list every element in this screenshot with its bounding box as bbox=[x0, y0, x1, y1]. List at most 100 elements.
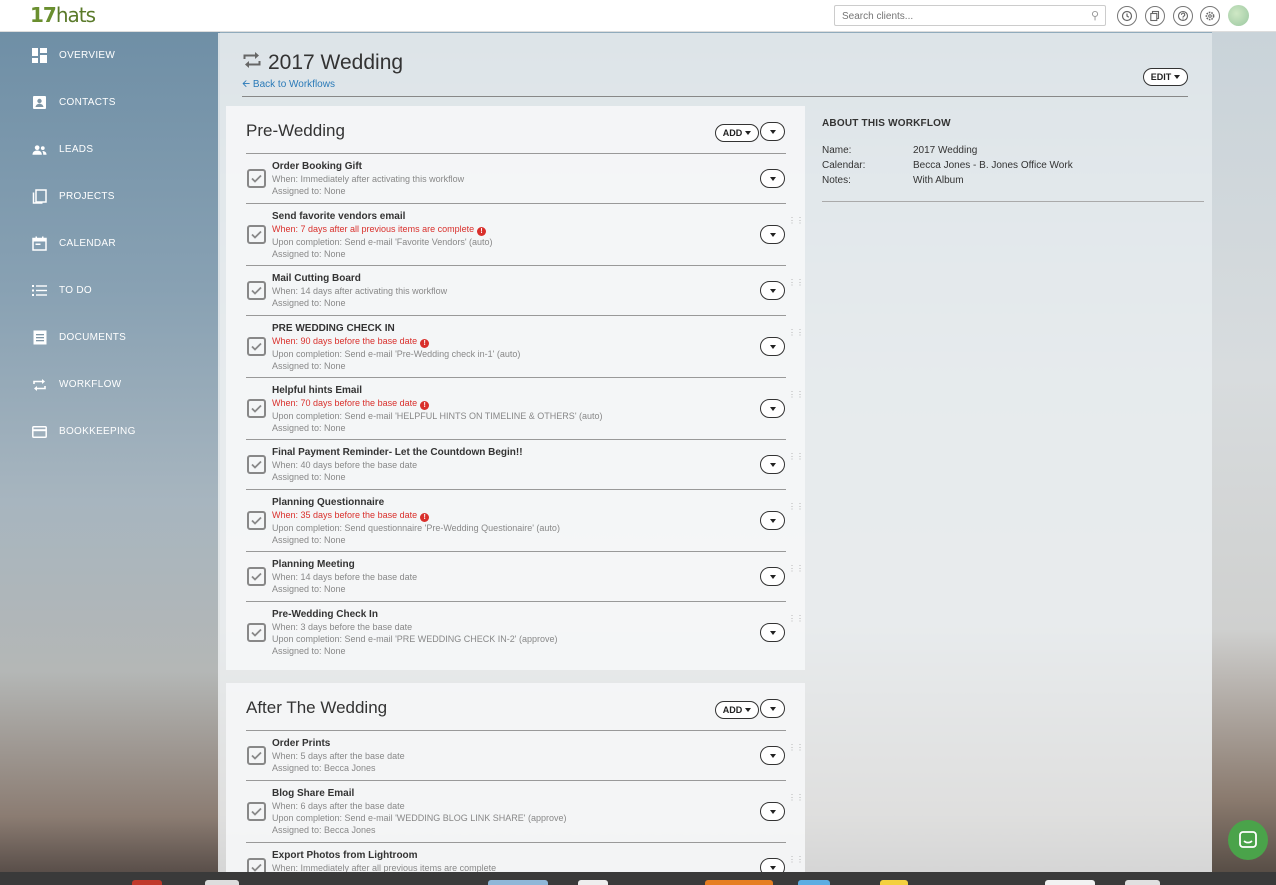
drag-handle-icon[interactable]: ⋮⋮ bbox=[788, 391, 804, 399]
workflow-item[interactable]: PRE WEDDING CHECK IN When: 90 days befor… bbox=[246, 316, 804, 378]
dock-app-icon[interactable] bbox=[205, 880, 239, 885]
workflow-item[interactable]: Mail Cutting Board When: 14 days after a… bbox=[246, 266, 804, 316]
search-icon[interactable]: ⚲ bbox=[1091, 9, 1099, 22]
clock-icon[interactable] bbox=[1117, 6, 1137, 26]
drag-handle-icon[interactable]: ⋮⋮ bbox=[788, 279, 804, 287]
dock-app-icon[interactable] bbox=[132, 880, 162, 885]
item-options-button[interactable] bbox=[760, 802, 785, 821]
avatar[interactable] bbox=[1228, 5, 1249, 26]
settings-icon[interactable] bbox=[1200, 6, 1220, 26]
item-completion: Upon completion: Send e-mail 'WEDDING BL… bbox=[272, 813, 567, 823]
workflow-item[interactable]: Order Booking Gift When: Immediately aft… bbox=[246, 154, 786, 204]
add-button[interactable]: ADD bbox=[715, 124, 759, 142]
workflow-item[interactable]: Planning Meeting When: 14 days before th… bbox=[246, 552, 804, 602]
dock-app-icon[interactable] bbox=[488, 880, 548, 885]
checkbox-icon[interactable] bbox=[247, 281, 266, 300]
checkbox-icon[interactable] bbox=[247, 746, 266, 765]
section-after-the-wedding: After The Wedding ADD Order Prints When:… bbox=[226, 683, 805, 885]
section-options-button[interactable] bbox=[760, 699, 785, 718]
sidebar-item-projects[interactable]: PROJECTS bbox=[0, 173, 218, 220]
checkbox-icon[interactable] bbox=[247, 169, 266, 188]
dock-app-icon[interactable] bbox=[578, 880, 608, 885]
drag-handle-icon[interactable]: ⋮⋮ bbox=[788, 615, 804, 623]
section-options-button[interactable] bbox=[760, 122, 785, 141]
item-options-button[interactable] bbox=[760, 399, 785, 418]
dock-app-icon[interactable] bbox=[880, 880, 908, 885]
checkbox-icon[interactable] bbox=[247, 225, 266, 244]
sidebar-item-workflow[interactable]: WORKFLOW bbox=[0, 361, 218, 408]
workflow-icon bbox=[242, 51, 262, 75]
item-options-button[interactable] bbox=[760, 169, 785, 188]
item-options-button[interactable] bbox=[760, 511, 785, 530]
workflow-item[interactable]: Order Prints When: 5 days after the base… bbox=[246, 731, 804, 781]
copy-icon[interactable] bbox=[1145, 6, 1165, 26]
drag-handle-icon[interactable]: ⋮⋮ bbox=[788, 453, 804, 461]
checkbox-icon[interactable] bbox=[247, 623, 266, 642]
sidebar-item-label: LEADS bbox=[59, 144, 94, 155]
item-title: Mail Cutting Board bbox=[272, 273, 361, 284]
app-logo[interactable]: 17hats bbox=[30, 3, 96, 27]
sidebar-item-overview[interactable]: OVERVIEW bbox=[0, 32, 218, 79]
item-assigned: Assigned to: None bbox=[272, 472, 346, 482]
checkbox-icon[interactable] bbox=[247, 399, 266, 418]
help-icon[interactable] bbox=[1173, 6, 1193, 26]
item-options-button[interactable] bbox=[760, 337, 785, 356]
about-row: Notes: With Album bbox=[822, 173, 1204, 188]
item-when: When: 14 days after activating this work… bbox=[272, 286, 448, 296]
dock-app-icon[interactable] bbox=[1045, 880, 1095, 885]
checkbox-icon[interactable] bbox=[247, 802, 266, 821]
sidebar-item-todo[interactable]: TO DO bbox=[0, 267, 218, 314]
workflow-item[interactable]: Blog Share Email When: 6 days after the … bbox=[246, 781, 804, 843]
drag-handle-icon[interactable]: ⋮⋮ bbox=[788, 856, 804, 864]
drag-handle-icon[interactable]: ⋮⋮ bbox=[788, 794, 804, 802]
item-options-button[interactable] bbox=[760, 567, 785, 586]
warning-icon[interactable]: ! bbox=[420, 401, 430, 410]
checkbox-icon[interactable] bbox=[247, 337, 266, 356]
warning-icon[interactable]: ! bbox=[420, 513, 430, 522]
workflow-item[interactable]: Send favorite vendors email When: 7 days… bbox=[246, 204, 804, 266]
sidebar-item-calendar[interactable]: CALENDAR bbox=[0, 220, 218, 267]
drag-handle-icon[interactable]: ⋮⋮ bbox=[788, 565, 804, 573]
workflow-item[interactable]: Helpful hints Email When: 70 days before… bbox=[246, 378, 804, 440]
about-row: Name: 2017 Wedding bbox=[822, 143, 1204, 158]
sidebar-item-label: WORKFLOW bbox=[59, 379, 122, 390]
chevron-down-icon bbox=[769, 288, 776, 293]
warning-icon[interactable]: ! bbox=[477, 227, 487, 236]
sidebar-item-leads[interactable]: LEADS bbox=[0, 126, 218, 173]
drag-handle-icon[interactable]: ⋮⋮ bbox=[788, 217, 804, 225]
chevron-down-icon bbox=[769, 630, 776, 635]
workflow-item[interactable]: Final Payment Reminder- Let the Countdow… bbox=[246, 440, 804, 490]
item-options-button[interactable] bbox=[760, 623, 785, 642]
sidebar-item-contacts[interactable]: CONTACTS bbox=[0, 79, 218, 126]
back-link[interactable]: 🡨 Back to Workflows bbox=[242, 77, 335, 94]
edit-button[interactable]: EDIT bbox=[1143, 68, 1188, 86]
checkbox-icon[interactable] bbox=[247, 567, 266, 586]
about-divider bbox=[822, 201, 1204, 202]
item-options-button[interactable] bbox=[760, 455, 785, 474]
search-input[interactable] bbox=[835, 7, 1075, 26]
sidebar-item-bookkeeping[interactable]: BOOKKEEPING bbox=[0, 408, 218, 455]
item-options-button[interactable] bbox=[760, 746, 785, 765]
dock-app-icon[interactable] bbox=[705, 880, 773, 885]
list-icon bbox=[32, 283, 47, 298]
sidebar-item-documents[interactable]: DOCUMENTS bbox=[0, 314, 218, 361]
checkbox-icon[interactable] bbox=[247, 455, 266, 474]
drag-handle-icon[interactable]: ⋮⋮ bbox=[788, 329, 804, 337]
chat-icon[interactable] bbox=[1228, 820, 1268, 860]
item-assigned: Assigned to: None bbox=[272, 535, 346, 545]
warning-icon[interactable]: ! bbox=[420, 339, 430, 348]
dock-app-icon[interactable] bbox=[1125, 880, 1160, 885]
item-when: When: 7 days after all previous items ar… bbox=[272, 223, 786, 236]
item-options-button[interactable] bbox=[760, 281, 785, 300]
dock-app-icon[interactable] bbox=[798, 880, 830, 885]
checkbox-icon[interactable] bbox=[247, 511, 266, 530]
section-pre-wedding: Pre-Wedding ADD Order Booking Gift When:… bbox=[226, 106, 805, 670]
drag-handle-icon[interactable]: ⋮⋮ bbox=[788, 503, 804, 511]
workflow-item[interactable]: Pre-Wedding Check In When: 3 days before… bbox=[246, 602, 804, 664]
sidebar-item-label: BOOKKEEPING bbox=[59, 426, 136, 437]
item-title: Planning Questionnaire bbox=[272, 497, 385, 508]
item-options-button[interactable] bbox=[760, 225, 785, 244]
workflow-item[interactable]: Planning Questionnaire When: 35 days bef… bbox=[246, 490, 804, 552]
add-button[interactable]: ADD bbox=[715, 701, 759, 719]
drag-handle-icon[interactable]: ⋮⋮ bbox=[788, 744, 804, 752]
